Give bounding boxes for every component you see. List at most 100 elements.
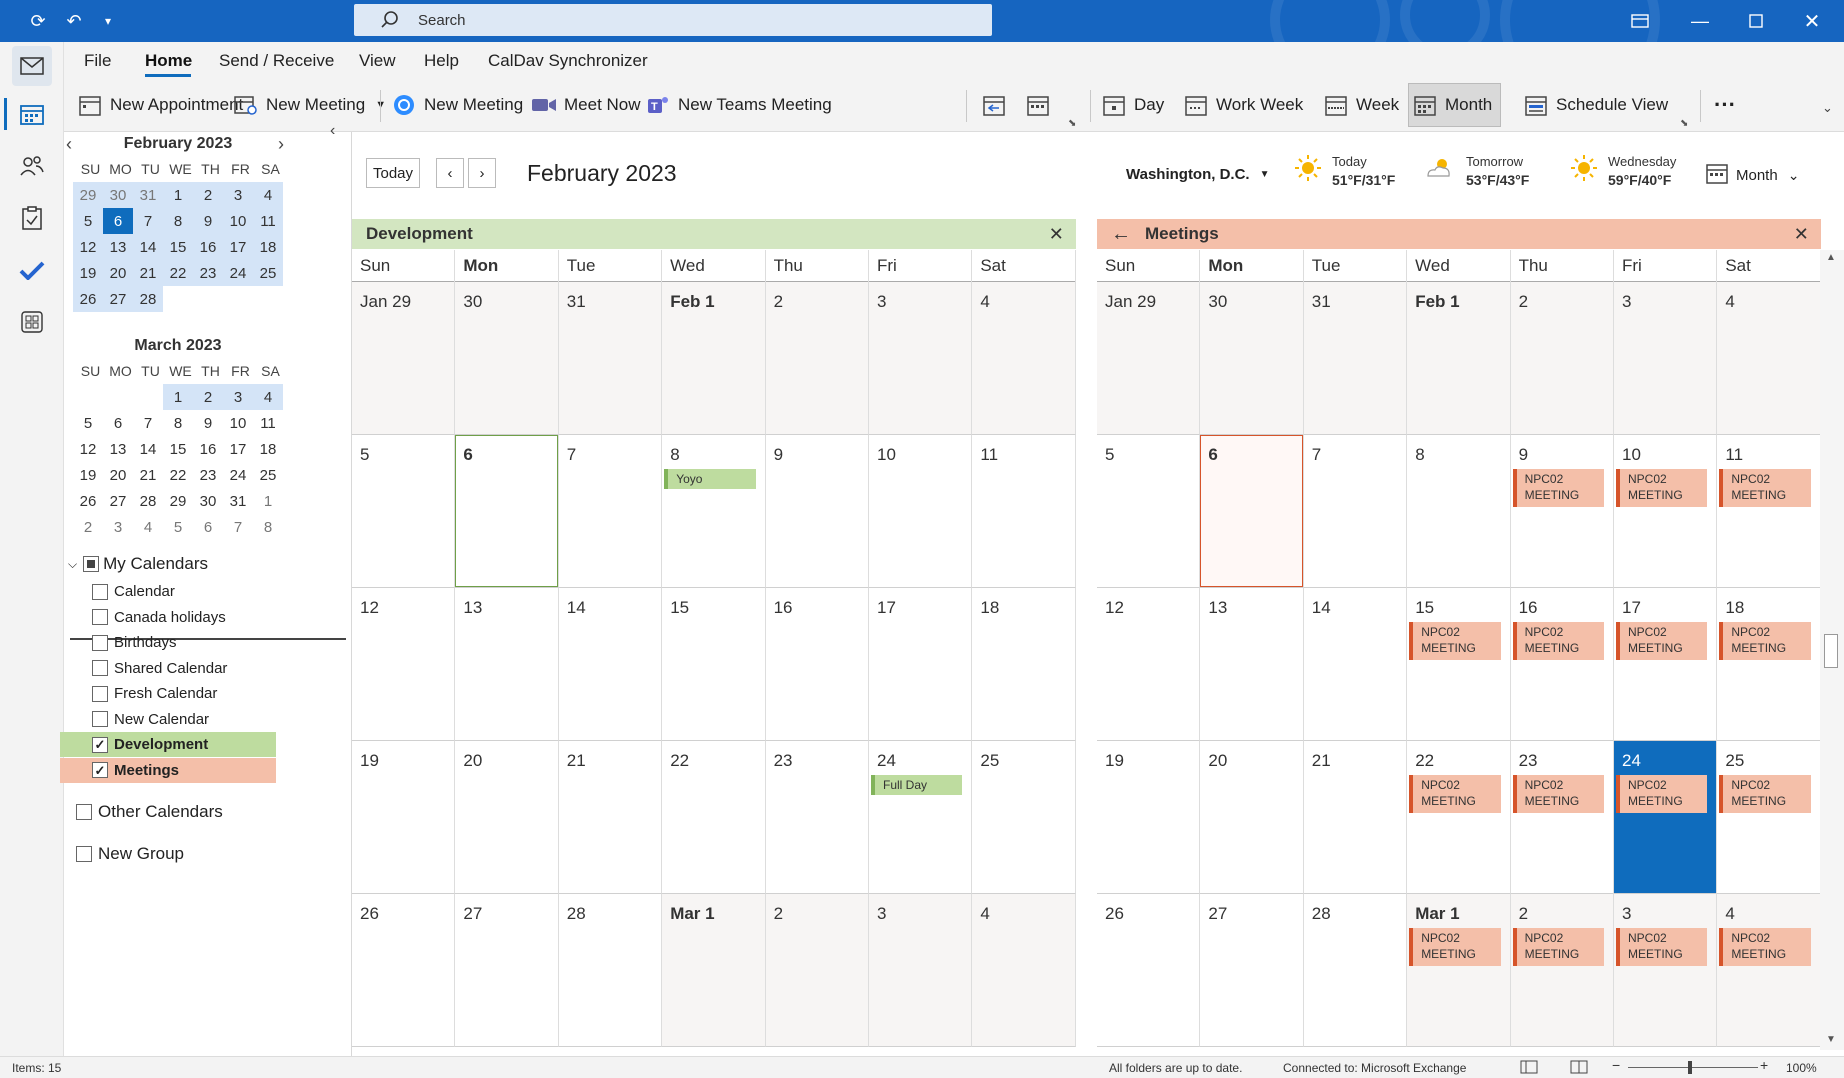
day-cell[interactable]: 16 <box>1510 588 1614 741</box>
day-cell[interactable]: 27 <box>455 894 559 1047</box>
todo-icon[interactable] <box>12 250 52 290</box>
day-cell[interactable]: 10 <box>1614 435 1718 588</box>
calendar-event[interactable]: NPC02 MEETING <box>1409 775 1501 813</box>
mini-calendar-day[interactable]: 18 <box>253 436 283 462</box>
view-selector[interactable]: Month ⌄ <box>1706 162 1799 188</box>
location-selector[interactable]: Washington, D.C. ▼ <box>1126 166 1270 183</box>
day-cell[interactable]: 13 <box>455 588 559 741</box>
mini-calendar-day[interactable]: 12 <box>73 234 103 260</box>
mini-calendar-day[interactable]: 8 <box>163 410 193 436</box>
mini-calendar-day[interactable]: 9 <box>193 208 223 234</box>
day-cell[interactable]: 10 <box>869 435 973 588</box>
calendar-event[interactable]: NPC02 MEETING <box>1616 928 1708 966</box>
calendar-checkbox[interactable] <box>92 634 108 651</box>
mini-calendar-day[interactable] <box>163 286 193 312</box>
calendar-event[interactable]: NPC02 MEETING <box>1409 928 1501 966</box>
day-cell[interactable]: 9 <box>1510 435 1614 588</box>
calendar-item-birthdays[interactable]: Birthdays <box>60 630 276 655</box>
mini-calendar-day[interactable]: 24 <box>223 260 253 286</box>
day-cell[interactable]: 16 <box>765 588 869 741</box>
calendar-checkbox[interactable]: ✓ <box>92 762 108 778</box>
day-cell[interactable]: 18 <box>972 588 1076 741</box>
calendar-event[interactable]: NPC02 MEETING <box>1616 775 1708 813</box>
mini-calendar-day[interactable] <box>223 286 253 312</box>
calendar-event[interactable]: Yoyo <box>664 469 756 489</box>
day-cell[interactable]: 17 <box>869 588 973 741</box>
day-cell[interactable]: 2 <box>1510 282 1614 435</box>
day-cell[interactable]: 7 <box>558 435 663 588</box>
calendar-event[interactable]: NPC02 MEETING <box>1512 469 1604 507</box>
mini-calendar-day[interactable]: 24 <box>223 462 253 488</box>
day-cell[interactable]: Jan 29 <box>352 282 456 435</box>
calendar-event[interactable]: NPC02 MEETING <box>1616 469 1708 507</box>
mini-calendar-day[interactable]: 1 <box>163 182 193 208</box>
scroll-up-icon[interactable]: ▲ <box>1826 252 1836 263</box>
maximize-icon[interactable] <box>1732 0 1780 42</box>
mini-calendar-day[interactable]: 16 <box>193 436 223 462</box>
zoom-in-icon[interactable]: + <box>1760 1057 1768 1073</box>
calendar-checkbox[interactable] <box>92 660 108 676</box>
day-cell[interactable]: 30 <box>1200 282 1304 435</box>
mini-calendar-day[interactable]: 15 <box>163 234 193 260</box>
ribbon-display-icon[interactable] <box>1616 0 1664 42</box>
quick-access-dropdown-icon[interactable]: ▾ <box>84 0 132 42</box>
day-view-button[interactable]: Day <box>1100 85 1164 125</box>
dialog-launcher-icon[interactable]: ⬊ <box>1680 118 1688 129</box>
calendar-event[interactable]: NPC02 MEETING <box>1512 775 1604 813</box>
other-calendars-item[interactable]: Other Calendars <box>76 802 223 822</box>
day-cell[interactable]: 24 <box>1614 741 1718 894</box>
day-cell[interactable]: 3 <box>1614 282 1718 435</box>
day-cell[interactable]: 8 <box>662 435 766 588</box>
mini-calendar-day[interactable]: 26 <box>73 286 103 312</box>
mini-calendar-day[interactable]: 1 <box>163 384 193 410</box>
day-cell[interactable]: 3 <box>869 894 973 1047</box>
mini-calendar-day[interactable]: 31 <box>133 182 163 208</box>
people-icon[interactable] <box>12 146 52 186</box>
day-cell[interactable]: 5 <box>1097 435 1201 588</box>
mini-calendar-day[interactable]: 4 <box>253 384 283 410</box>
mini-calendar-day[interactable]: 10 <box>223 208 253 234</box>
calendar-checkbox[interactable] <box>92 583 108 600</box>
mini-calendar-day[interactable] <box>73 384 103 410</box>
day-cell[interactable]: Feb 1 <box>1407 282 1511 435</box>
mini-calendar-day[interactable]: 10 <box>223 410 253 436</box>
calendar-item-shared-calendar[interactable]: Shared Calendar <box>60 656 276 681</box>
normal-view-icon[interactable] <box>1520 1059 1538 1078</box>
new-teams-meeting-button[interactable]: T New Teams Meeting <box>644 85 832 125</box>
day-cell[interactable]: 7 <box>1303 435 1408 588</box>
mini-calendar-day[interactable]: 9 <box>193 410 223 436</box>
day-cell[interactable]: 11 <box>1717 435 1821 588</box>
mini-calendar-day[interactable]: 25 <box>253 260 283 286</box>
vertical-scrollbar[interactable]: ▲ ▼ <box>1820 250 1844 1050</box>
day-cell[interactable]: 28 <box>1303 894 1408 1047</box>
mini-calendar-day[interactable] <box>133 384 163 410</box>
day-cell[interactable]: Feb 1 <box>662 282 766 435</box>
week-view-button[interactable]: Week <box>1322 85 1399 125</box>
mini-calendar-day[interactable]: 18 <box>253 234 283 260</box>
calendar-event[interactable]: NPC02 MEETING <box>1512 622 1604 660</box>
day-cell[interactable]: 11 <box>972 435 1076 588</box>
calendar-item-meetings[interactable]: ✓ Meetings <box>60 757 276 783</box>
mini-calendar-day[interactable]: 8 <box>163 208 193 234</box>
mini-calendar-day[interactable]: 17 <box>223 436 253 462</box>
mini-calendar-day[interactable]: 20 <box>103 260 133 286</box>
zoom-slider-thumb[interactable] <box>1688 1061 1692 1074</box>
mini-calendar-day[interactable]: 27 <box>103 488 133 514</box>
go-back-button[interactable] <box>980 85 1014 125</box>
meet-now-button[interactable]: Meet Now <box>530 85 641 125</box>
mini-calendar-day[interactable]: 7 <box>133 208 163 234</box>
mini-calendar-day[interactable]: 20 <box>103 462 133 488</box>
day-cell[interactable]: 14 <box>558 588 663 741</box>
day-cell[interactable]: 4 <box>1717 282 1821 435</box>
day-cell[interactable]: Mar 1 <box>1407 894 1511 1047</box>
mini-calendar-day[interactable]: 21 <box>133 260 163 286</box>
prev-month-button[interactable]: ‹ <box>436 158 464 188</box>
mini-prev-icon[interactable]: ‹ <box>66 134 72 155</box>
mini-calendar-day[interactable]: 8 <box>253 514 283 540</box>
mini-calendar-day[interactable]: 28 <box>133 488 163 514</box>
day-cell[interactable]: 4 <box>972 282 1076 435</box>
calendar-checkbox[interactable]: ✓ <box>92 736 108 753</box>
calendar-event[interactable]: NPC02 MEETING <box>1719 622 1811 660</box>
dialog-launcher-icon[interactable]: ⬊ <box>1068 118 1076 129</box>
new-meeting-button[interactable]: New Meeting ▼ <box>232 85 386 125</box>
